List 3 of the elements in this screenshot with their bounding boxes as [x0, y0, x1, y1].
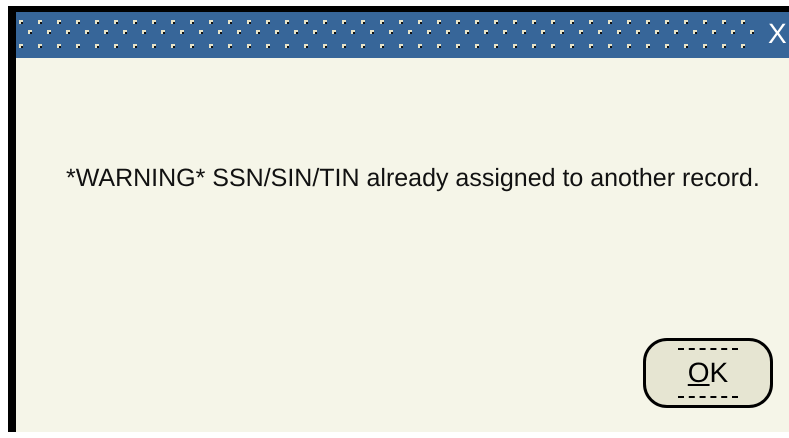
ok-button[interactable]: OK — [643, 338, 773, 408]
warning-message: *WARNING* SSN/SIN/TIN already assigned to another record. — [66, 163, 761, 194]
close-button[interactable]: X — [768, 20, 787, 48]
